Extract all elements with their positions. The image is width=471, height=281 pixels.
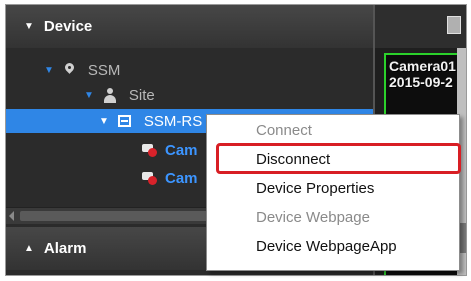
device-section-header[interactable]: ▼ Device [6, 5, 373, 48]
tree-item-camera[interactable]: Cam [141, 138, 198, 162]
context-menu: Connect Disconnect Device Properties Dev… [206, 114, 460, 271]
alarm-header-label: Alarm [43, 240, 87, 257]
expand-triangle-icon: ▲ [24, 243, 34, 254]
server-icon [117, 115, 131, 127]
user-icon [103, 87, 117, 103]
tree-item-label: Cam [165, 141, 198, 159]
camera-disconnected-icon [141, 170, 159, 186]
menu-item-device-properties[interactable]: Device Properties [207, 175, 459, 203]
scrollbar-thumb[interactable] [20, 211, 210, 221]
chevron-down-icon[interactable]: ▼ [84, 90, 94, 101]
location-pin-icon [63, 62, 76, 78]
menu-item-connect: Connect [256, 122, 312, 139]
menu-item-device-webpageapp[interactable]: Device WebpageApp [207, 233, 459, 261]
camera-disconnected-icon [141, 142, 159, 158]
device-header-label: Device [43, 18, 93, 35]
tree-item-label: SSM [87, 61, 121, 79]
chevron-down-icon[interactable]: ▼ [44, 65, 54, 76]
camera-name-overlay: Camera01 [389, 58, 456, 74]
tree-item-label: SSM-RS [143, 112, 203, 130]
layout-toggle-icon[interactable] [447, 16, 461, 34]
tree-item-site[interactable]: ▼ Site [84, 83, 155, 107]
menu-item-device-webpage: Device Webpage [256, 209, 370, 226]
scroll-left-arrow-icon[interactable] [9, 211, 14, 221]
chevron-down-icon[interactable]: ▼ [99, 116, 109, 127]
tree-item-label: Site [128, 86, 155, 104]
tree-item-ssm[interactable]: ▼ SSM [44, 58, 120, 82]
disconnect-highlight-box [216, 143, 461, 174]
collapse-triangle-icon: ▼ [24, 21, 34, 32]
timestamp-overlay: 2015-09-2 [389, 74, 453, 90]
view-toolbar [375, 5, 466, 48]
tree-item-camera[interactable]: Cam [141, 166, 198, 190]
tree-item-label: Cam [165, 169, 198, 187]
